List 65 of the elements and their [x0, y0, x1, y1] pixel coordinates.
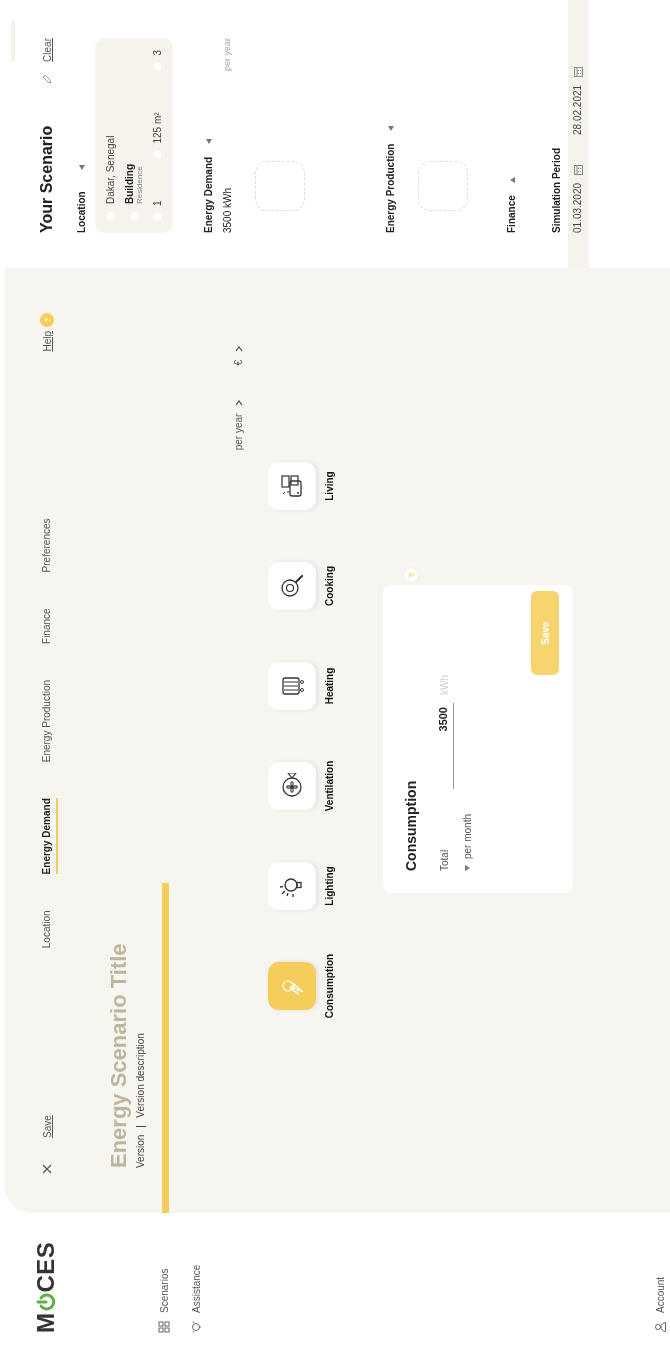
calendar-icon	[572, 164, 583, 175]
date-value[interactable]: 01.03.2020	[572, 182, 583, 233]
date-value[interactable]: 28.02.2021	[572, 84, 583, 135]
help-link[interactable]: Help	[41, 331, 53, 352]
section-title[interactable]: Location	[76, 191, 87, 233]
caret-icon	[464, 865, 471, 871]
pencil-icon	[42, 73, 52, 84]
logo-text: M	[34, 1312, 58, 1333]
category-tile[interactable]	[268, 962, 316, 1010]
tab[interactable]: Finance	[36, 608, 58, 644]
category-tile[interactable]	[268, 562, 316, 610]
grid-icon	[158, 1321, 170, 1333]
unit-dropdown[interactable]: per year	[233, 399, 244, 451]
nav-item[interactable]: Scenarios	[158, 1213, 170, 1333]
toggle-link[interactable]: per month	[462, 675, 473, 871]
scenario-title: Energy Scenario Title	[105, 942, 132, 1168]
location-name: Dakar, Senegal	[105, 135, 116, 204]
tab[interactable]: Preferences	[36, 518, 58, 573]
category-tile[interactable]	[268, 862, 316, 910]
category-label: Lighting	[324, 866, 335, 906]
clear-link[interactable]: Clear	[41, 38, 53, 62]
demand-value: 3500 kWh	[222, 187, 233, 233]
version-description: Version description	[135, 1033, 146, 1118]
period-label: per year	[222, 38, 233, 72]
stat-value: 1	[152, 200, 163, 206]
logo-text: CES	[34, 1241, 58, 1293]
empty-slot	[255, 161, 305, 211]
tab[interactable]: Energy Demand	[36, 798, 58, 875]
input-field[interactable]: 3500	[435, 703, 454, 789]
tab[interactable]: Energy Production	[36, 679, 58, 763]
category-label: Ventilation	[324, 760, 335, 812]
unit-dropdown[interactable]: €	[233, 346, 244, 366]
empty-slot	[418, 161, 468, 211]
power-icon	[36, 1293, 56, 1312]
category-tile[interactable]	[268, 662, 316, 710]
furniture-icon	[279, 473, 305, 499]
fan-icon	[279, 773, 305, 799]
category-label: Consumption	[324, 953, 335, 1019]
nav-item[interactable]: Assistance	[190, 1213, 202, 1333]
close-icon	[42, 1164, 52, 1174]
chevron-icon	[234, 346, 243, 352]
bulb-icon	[190, 1321, 202, 1333]
building-label: Building	[124, 164, 135, 204]
category-tile[interactable]	[268, 462, 316, 510]
account-link[interactable]: Account	[654, 1213, 666, 1333]
save-link[interactable]: Save	[41, 1115, 53, 1138]
category-label: Living	[324, 471, 335, 501]
version-label: Version	[135, 1134, 146, 1168]
stat-value: 3	[152, 50, 163, 56]
section-title[interactable]: Energy Production	[385, 143, 396, 233]
pan-icon	[279, 573, 305, 599]
building-type: Residence	[135, 165, 144, 204]
category-label: Cooking	[324, 566, 335, 606]
section-title[interactable]: Energy Demand	[203, 156, 214, 233]
field-label: Total	[439, 848, 450, 871]
stat-value: 125 m²	[152, 112, 163, 144]
panel-title: Your Scenario	[38, 125, 56, 233]
chevron-icon	[234, 399, 243, 406]
calendar-icon	[572, 66, 583, 77]
section-title[interactable]: Simulation Period	[551, 148, 562, 233]
tab[interactable]: Location	[36, 910, 58, 949]
form-title: Consumption	[403, 779, 419, 871]
category-tile[interactable]	[268, 762, 316, 810]
category-label: Heating	[324, 667, 335, 705]
section-title[interactable]: Finance	[506, 195, 517, 233]
